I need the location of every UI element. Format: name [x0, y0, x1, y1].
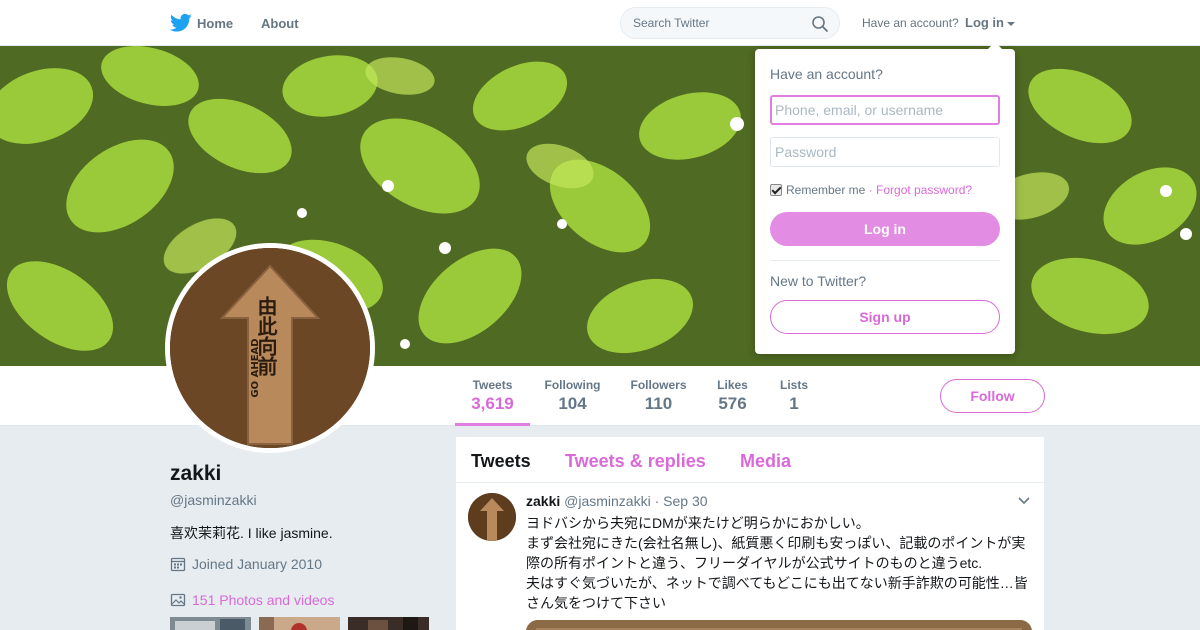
tweet-author-handle[interactable]: @jasminzakki	[564, 493, 651, 509]
username-input[interactable]	[770, 95, 1000, 125]
stat-value: 110	[644, 394, 673, 413]
forgot-separator: ·	[865, 183, 877, 197]
login-menu-toggle[interactable]: Log in	[965, 15, 1015, 30]
login-dropdown: Have an account? Remember me · Forgot pa…	[755, 42, 1015, 354]
search-icon[interactable]	[811, 15, 829, 33]
nav-about-link[interactable]: About	[261, 16, 299, 31]
tweet-text-line: ヨドバシから夫宛にDMが来たけど明らかにおかしい。	[526, 515, 870, 531]
password-input[interactable]	[770, 137, 1000, 167]
tab-media[interactable]: Media	[740, 451, 791, 472]
tweet-media[interactable]	[526, 620, 1032, 630]
stat-label: Tweets	[472, 378, 513, 392]
search-input[interactable]: Search Twitter	[633, 16, 709, 30]
stat-tweets[interactable]: Tweets 3,619	[455, 366, 530, 426]
signup-button[interactable]: Sign up	[770, 300, 1000, 334]
media-thumbnail[interactable]	[348, 617, 429, 630]
remember-label[interactable]: Remember me	[786, 183, 865, 197]
stat-label: Following	[544, 378, 601, 392]
remember-row: Remember me · Forgot password?	[770, 183, 972, 197]
stat-label: Likes	[717, 378, 748, 392]
timeline: Tweets Tweets & replies Media zakki @jas…	[456, 437, 1044, 630]
follow-button[interactable]: Follow	[940, 379, 1045, 413]
forgot-password-link[interactable]: Forgot password?	[876, 183, 972, 197]
chevron-down-icon[interactable]	[1018, 497, 1030, 505]
login-button[interactable]: Log in	[770, 212, 1000, 246]
new-to-twitter-text: New to Twitter?	[770, 273, 867, 289]
profile-avatar[interactable]: 由此向前 GO AHEAD	[165, 243, 375, 453]
tweet-header: zakki @jasminzakki · Sep 30	[526, 493, 708, 509]
photos-videos-label: 151 Photos and videos	[192, 592, 335, 608]
stat-label: Lists	[779, 378, 808, 392]
media-thumbnail-image	[259, 617, 340, 630]
stat-value: 576	[718, 394, 747, 413]
tweet-author-name[interactable]: zakki	[526, 493, 560, 509]
photos-videos-link[interactable]: 151 Photos and videos	[170, 592, 334, 608]
media-thumbnail[interactable]	[170, 617, 251, 630]
tab-tweets-replies[interactable]: Tweets & replies	[565, 451, 706, 472]
top-nav: Home About Search Twitter Have an accoun…	[0, 0, 1200, 46]
stat-value: 1	[789, 394, 799, 413]
tweet-text-line: 夫はすぐ気づいたが、ネットで調べてもどこにも出てない新手詐欺の可能性…皆さん気を…	[526, 575, 1028, 611]
tweet-meta-separator: ·	[654, 493, 660, 509]
avatar-en-text: GO AHEAD	[250, 338, 261, 397]
profile-handle[interactable]: @jasminzakki	[170, 492, 257, 508]
twitter-bird-icon[interactable]	[170, 13, 192, 33]
stat-following[interactable]: Following 104	[540, 366, 605, 426]
profile-name[interactable]: zakki	[170, 462, 221, 486]
tweet-text-line: まず会社宛にきた(会社名無し)、紙質悪く印刷も安っぽい、記載のポイントが実際の所…	[526, 535, 1026, 571]
stat-followers[interactable]: Followers 110	[626, 366, 691, 426]
stat-lists[interactable]: Lists 1	[775, 366, 813, 426]
stat-label: Followers	[630, 378, 687, 392]
divider	[770, 260, 1000, 261]
login-dropdown-title: Have an account?	[770, 66, 883, 82]
calendar-icon	[170, 557, 186, 572]
tweet-text: ヨドバシから夫宛にDMが来たけど明らかにおかしい。 まず会社宛にきた(会社名無し…	[526, 513, 1032, 613]
profile-joined: Joined January 2010	[170, 556, 322, 572]
tweet-avatar-image	[468, 493, 516, 541]
nav-home-link[interactable]: Home	[197, 16, 233, 31]
tweet-avatar[interactable]	[468, 493, 516, 541]
joined-text: Joined January 2010	[192, 556, 322, 572]
login-menu-label: Log in	[965, 15, 1004, 30]
have-account-text: Have an account?	[862, 16, 959, 30]
caret-down-icon	[1007, 21, 1015, 26]
dropdown-arrow	[988, 42, 1002, 49]
tweet-date[interactable]: Sep 30	[663, 493, 707, 509]
search-box[interactable]: Search Twitter	[620, 7, 840, 39]
stat-value: 3,619	[471, 394, 514, 413]
media-thumbnail-image	[348, 617, 429, 630]
media-thumbnail-image	[170, 617, 251, 630]
profile-bio: 喜欢茉莉花. I like jasmine.	[170, 525, 333, 541]
tweet-media-image	[526, 620, 1032, 630]
avatar-image: 由此向前 GO AHEAD	[170, 248, 370, 448]
remember-checkbox[interactable]	[770, 184, 782, 196]
timeline-tabs: Tweets Tweets & replies Media	[456, 437, 1044, 483]
stat-likes[interactable]: Likes 576	[710, 366, 755, 426]
media-thumbnail[interactable]	[259, 617, 340, 630]
tab-tweets[interactable]: Tweets	[471, 451, 531, 472]
stat-value: 104	[558, 394, 587, 413]
photo-icon	[170, 593, 186, 607]
